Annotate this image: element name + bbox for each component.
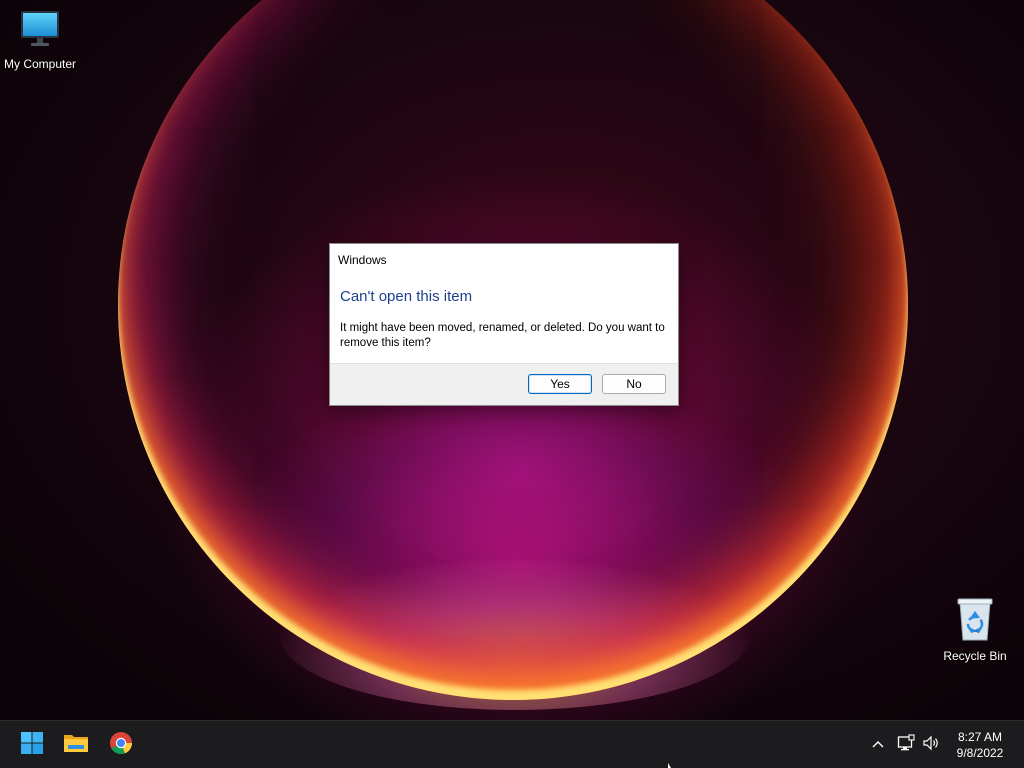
start-button[interactable] xyxy=(14,727,50,763)
taskbar: 8:27 AM 9/8/2022 xyxy=(0,720,1024,768)
wallpaper-bloom-bottom xyxy=(280,560,750,710)
mouse-cursor xyxy=(668,763,671,768)
network-button[interactable] xyxy=(896,733,916,757)
yes-button[interactable]: Yes xyxy=(528,374,592,394)
no-button[interactable]: No xyxy=(602,374,666,394)
desktop: My Computer Recycle Bin Windows Can't op… xyxy=(0,0,1024,720)
desktop-icon-recycle-bin[interactable]: Recycle Bin xyxy=(935,596,1015,663)
chrome-button[interactable] xyxy=(103,727,139,763)
dialog-heading: Can't open this item xyxy=(340,288,473,305)
clock-date: 9/8/2022 xyxy=(956,746,1004,760)
taskbar-clock[interactable]: 8:27 AM 9/8/2022 xyxy=(944,729,1016,761)
desktop-icon-my-computer[interactable]: My Computer xyxy=(0,8,80,71)
volume-icon xyxy=(922,734,940,757)
volume-button[interactable] xyxy=(921,735,941,755)
file-explorer-button[interactable] xyxy=(58,727,94,763)
clock-time: 8:27 AM xyxy=(957,730,1003,744)
monitor-icon xyxy=(0,8,80,53)
chrome-icon xyxy=(109,731,133,760)
desktop-icon-label: Recycle Bin xyxy=(943,649,1007,663)
chevron-up-icon xyxy=(871,736,885,754)
folder-icon xyxy=(63,731,89,760)
dialog-message: It might have been moved, renamed, or de… xyxy=(340,322,665,349)
dialog-footer: Yes No xyxy=(330,363,678,405)
windows-logo-icon xyxy=(20,731,44,760)
recycle-bin-icon xyxy=(935,596,1015,645)
network-icon xyxy=(897,733,915,757)
wallpaper-bloom xyxy=(240,380,800,680)
desktop-icon-label: My Computer xyxy=(3,57,77,71)
dialog-title: Windows xyxy=(338,253,387,267)
show-hidden-icons-button[interactable] xyxy=(868,735,888,755)
error-dialog: Windows Can't open this item It might ha… xyxy=(329,243,679,406)
